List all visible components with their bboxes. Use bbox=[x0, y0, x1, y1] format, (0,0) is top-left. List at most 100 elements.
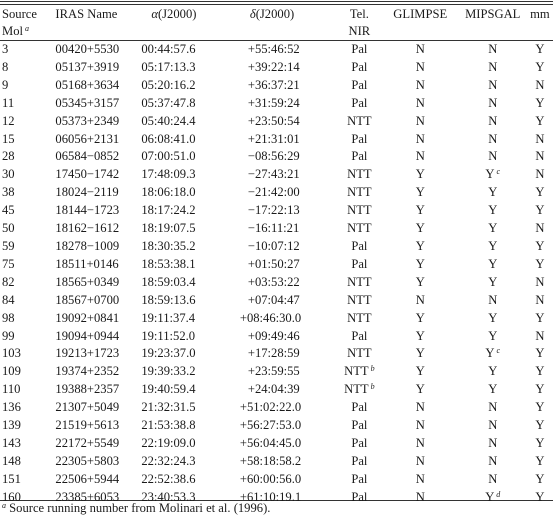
cell-mm: N bbox=[527, 274, 553, 292]
cell-glimpse-value: N bbox=[415, 489, 425, 504]
cell-source-mol-value: 15 bbox=[2, 131, 15, 146]
header-ra-label: (J2000) bbox=[157, 7, 197, 21]
table-row: 11 05345+3157 05:37:47.8 +31:59:24 Pal N N Y bbox=[0, 95, 553, 113]
header-source-label: Source bbox=[2, 7, 37, 21]
cell-glimpse-value: Y bbox=[415, 346, 425, 361]
header-glimpse-label: GLIMPSE bbox=[393, 7, 448, 21]
cell-dec: +09:49:46 bbox=[236, 328, 337, 346]
cell-ra-value: 18:53:38.1 bbox=[141, 256, 196, 271]
cell-source-mol: 28 bbox=[0, 148, 55, 166]
cell-ra-value: 05:40:24.4 bbox=[141, 113, 196, 128]
cell-tel-nir: NTT bbox=[337, 166, 382, 184]
header-dec-label: (J2000) bbox=[255, 7, 295, 21]
header-mol: Mol a bbox=[0, 23, 55, 40]
header-empty bbox=[459, 23, 527, 40]
cell-source-mol-value: 11 bbox=[2, 95, 15, 110]
header-mol-label: Mol bbox=[2, 24, 23, 38]
cell-mm-value: Y bbox=[535, 471, 545, 486]
cell-mm: Y bbox=[527, 363, 553, 381]
cell-mipsgal: Y bbox=[459, 238, 527, 256]
cell-mipsgal-value: N bbox=[488, 149, 498, 164]
header-ra-symbol: α bbox=[151, 7, 158, 21]
cell-mm-value: N bbox=[535, 77, 545, 92]
cell-source-mol-value: 143 bbox=[2, 435, 21, 450]
cell-tel-nir: Pal bbox=[337, 77, 382, 95]
cell-mm: Y bbox=[527, 202, 553, 220]
cell-source-mol: 8 bbox=[0, 59, 55, 77]
cell-tel-nir: NTT bbox=[337, 292, 382, 310]
cell-iras-name: 18511+0146 bbox=[55, 256, 141, 274]
cell-glimpse: Y bbox=[382, 184, 459, 202]
cell-glimpse: N bbox=[382, 435, 459, 453]
header-iras-label: IRAS Name bbox=[55, 7, 118, 21]
cell-iras-name-value: 18511+0146 bbox=[55, 256, 119, 271]
cell-glimpse: N bbox=[382, 113, 459, 131]
cell-dec-value: +01:50:27 bbox=[247, 256, 300, 271]
cell-mm-value: N bbox=[535, 328, 545, 343]
cell-glimpse: N bbox=[382, 40, 459, 59]
cell-iras-name: 22305+5803 bbox=[55, 453, 141, 471]
cell-ra: 18:59:03.4 bbox=[141, 274, 236, 292]
table-row: 110 19388+2357 19:40:59.4 +24:04:39 NTT b Y Y Y bbox=[0, 381, 553, 399]
cell-mipsgal: N bbox=[459, 399, 527, 417]
cell-iras-name: 05168+3634 bbox=[55, 77, 141, 95]
cell-ra: 21:53:38.8 bbox=[141, 417, 236, 435]
cell-tel-nir: NTT b bbox=[337, 381, 382, 399]
cell-glimpse: Y bbox=[382, 328, 459, 346]
footnote-mark: b bbox=[370, 382, 375, 392]
cell-ra-value: 19:23:37.0 bbox=[141, 346, 196, 361]
cell-dec: +07:04:47 bbox=[236, 292, 337, 310]
cell-ra-value: 22:19:09.0 bbox=[141, 435, 196, 450]
cell-tel-nir-value: Pal bbox=[351, 453, 368, 468]
cell-ra-value: 19:11:37.4 bbox=[141, 310, 196, 325]
cell-dec-value: +60:00:56.0 bbox=[239, 471, 302, 486]
cell-mm: N bbox=[527, 328, 553, 346]
cell-iras-name-value: 19094+0944 bbox=[55, 328, 120, 343]
cell-tel-nir: Pal bbox=[337, 435, 382, 453]
cell-tel-nir: Pal bbox=[337, 489, 382, 507]
cell-mm-value: Y bbox=[535, 453, 545, 468]
cell-source-mol: 38 bbox=[0, 184, 55, 202]
cell-source-mol-value: 110 bbox=[2, 382, 21, 397]
cell-tel-nir: NTT bbox=[337, 113, 382, 131]
cell-ra: 17:48:09.3 bbox=[141, 166, 236, 184]
cell-iras-name-value: 05137+3919 bbox=[55, 59, 120, 74]
cell-dec: +03:53:22 bbox=[236, 274, 337, 292]
cell-mipsgal-value: N bbox=[488, 471, 498, 486]
cell-ra-value: 00:44:57.6 bbox=[141, 42, 196, 56]
cell-glimpse: Y bbox=[382, 256, 459, 274]
table-body: 3 00420+5530 00:44:57.6 +55:46:52 Pal N N Y 8 051… bbox=[0, 40, 553, 507]
table-row: 75 18511+0146 18:53:38.1 +01:50:27 Pal Y Y Y bbox=[0, 256, 553, 274]
cell-iras-name-value: 06056+2131 bbox=[55, 131, 120, 146]
cell-glimpse-value: Y bbox=[415, 310, 425, 325]
cell-mm-value: Y bbox=[535, 113, 545, 128]
cell-dec-value: −10:07:12 bbox=[247, 238, 300, 253]
cell-iras-name: 17450−1742 bbox=[55, 166, 141, 184]
table-row: 38 18024−2119 18:06:18.0 −21:42:00 NTT Y Y Y bbox=[0, 184, 553, 202]
cell-mm: Y bbox=[527, 95, 553, 113]
cell-mm: Y bbox=[527, 399, 553, 417]
cell-dec: +55:46:52 bbox=[236, 40, 337, 59]
cell-tel-nir: NTT b bbox=[337, 363, 382, 381]
cell-glimpse-value: N bbox=[415, 42, 425, 56]
cell-dec: −16:11:21 bbox=[236, 220, 337, 238]
cell-mipsgal-value: N bbox=[488, 59, 498, 74]
cell-glimpse: N bbox=[382, 471, 459, 489]
cell-mipsgal-value: Y bbox=[488, 256, 498, 271]
cell-source-mol-value: 3 bbox=[2, 42, 9, 56]
cell-mm-value: Y bbox=[535, 256, 545, 271]
footnote: a Source running number from Molinari et… bbox=[0, 500, 270, 516]
cell-ra: 06:08:41.0 bbox=[141, 131, 236, 149]
cell-dec-value: +56:04:45.0 bbox=[239, 435, 302, 450]
cell-ra: 19:23:37.0 bbox=[141, 345, 236, 363]
cell-source-mol-value: 8 bbox=[2, 59, 9, 74]
cell-iras-name-value: 18144−1723 bbox=[55, 203, 120, 218]
cell-source-mol: 9 bbox=[0, 77, 55, 95]
cell-source-mol: 11 bbox=[0, 95, 55, 113]
cell-mm: Y bbox=[527, 40, 553, 59]
cell-dec-value: +08:46:30.0 bbox=[239, 310, 302, 325]
header-empty bbox=[236, 23, 337, 40]
cell-tel-nir: NTT bbox=[337, 184, 382, 202]
cell-source-mol: 59 bbox=[0, 238, 55, 256]
cell-ra-value: 19:40:59.4 bbox=[141, 382, 196, 397]
